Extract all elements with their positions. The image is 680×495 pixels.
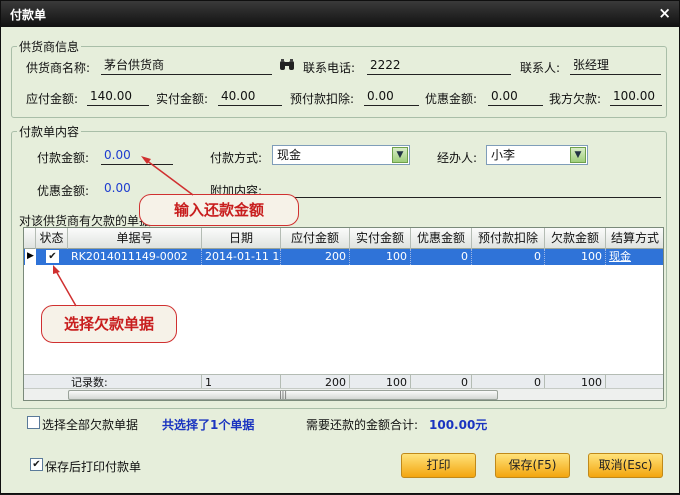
actual-paid-label: 实付金额: bbox=[156, 92, 209, 106]
payment-method-select[interactable]: 现金 ▼ bbox=[272, 145, 410, 165]
owed-field: 100.00 bbox=[610, 88, 662, 106]
payment-amount-label: 付款金额: bbox=[37, 151, 90, 165]
title-bar: 付款单 × bbox=[1, 1, 679, 27]
prepaid-field: 0.00 bbox=[364, 88, 419, 106]
actual-paid-field: 40.00 bbox=[218, 88, 282, 106]
total-label: 需要还款的金额合计: bbox=[306, 418, 419, 432]
phone-label: 联系电话: bbox=[303, 61, 356, 75]
row-pointer-icon: ▶ bbox=[25, 249, 36, 265]
table-row[interactable]: ▶ ✔ RK2014011149-0002 2014-01-11 12 200 … bbox=[24, 249, 663, 265]
col-discount[interactable]: 优惠金额 bbox=[411, 228, 472, 249]
select-all-checkbox[interactable] bbox=[27, 416, 40, 429]
cell-owed: 100 bbox=[545, 249, 606, 265]
discount-label: 优惠金额: bbox=[425, 92, 478, 106]
handler-value: 小李 bbox=[491, 148, 516, 162]
cell-method: 现金 bbox=[609, 250, 631, 263]
callout-select-doc: 选择欠款单据 bbox=[41, 305, 177, 343]
callout-input-amount: 输入还款金额 bbox=[139, 194, 299, 226]
horizontal-scrollbar[interactable]: ||| bbox=[24, 388, 663, 400]
payable-label: 应付金额: bbox=[26, 92, 79, 106]
payment-method-label: 付款方式: bbox=[210, 151, 263, 165]
payment-window: 付款单 × 供货商信息 供货商名称: 茅台供货商 联系电话: 2222 联系人:… bbox=[0, 0, 680, 494]
col-date[interactable]: 日期 bbox=[202, 228, 281, 249]
print-after-save-label[interactable]: 保存后打印付款单 bbox=[45, 458, 141, 475]
selected-count-text: 共选择了1个单据 bbox=[162, 418, 255, 432]
supplier-name-label: 供货商名称: bbox=[26, 61, 91, 75]
col-payable[interactable]: 应付金额 bbox=[281, 228, 350, 249]
grid-footer: 记录数: 1 200 100 0 0 100 bbox=[24, 374, 663, 391]
payment-group-title: 付款单内容 bbox=[17, 123, 82, 140]
print-after-save-checkbox[interactable]: ✔ bbox=[30, 458, 43, 471]
col-status[interactable]: 状态 bbox=[36, 228, 68, 249]
row-checkbox[interactable]: ✔ bbox=[46, 250, 59, 263]
grid-header: 状态 单据号 日期 应付金额 实付金额 优惠金额 预付款扣除 欠款金额 结算方式 bbox=[24, 228, 663, 249]
payment-amount-input[interactable]: 0.00 bbox=[101, 147, 173, 165]
owed-label: 我方欠款: bbox=[549, 92, 602, 106]
col-paid[interactable]: 实付金额 bbox=[350, 228, 411, 249]
handler-label: 经办人: bbox=[437, 151, 478, 165]
phone-field[interactable]: 2222 bbox=[367, 57, 511, 75]
prepaid-label: 预付款扣除: bbox=[290, 92, 355, 106]
scrollbar-thumb[interactable]: ||| bbox=[68, 390, 498, 400]
total-value: 100.00元 bbox=[429, 418, 488, 432]
payment-discount-label: 优惠金额: bbox=[37, 184, 90, 198]
contact-field[interactable]: 张经理 bbox=[570, 57, 661, 75]
extra-content-input[interactable] bbox=[271, 180, 661, 198]
cell-doc-no: RK2014011149-0002 bbox=[68, 249, 202, 265]
cell-prepaid: 0 bbox=[472, 249, 545, 265]
save-button[interactable]: 保存(F5) bbox=[495, 453, 570, 478]
close-icon[interactable]: × bbox=[658, 4, 671, 22]
chevron-down-icon[interactable]: ▼ bbox=[392, 147, 408, 163]
discount-field: 0.00 bbox=[488, 88, 543, 106]
cell-payable: 200 bbox=[281, 249, 350, 265]
col-indicator bbox=[24, 228, 36, 249]
payable-field: 140.00 bbox=[87, 88, 149, 106]
supplier-name-field[interactable]: 茅台供货商 bbox=[101, 57, 272, 75]
supplier-group-title: 供货商信息 bbox=[17, 38, 82, 55]
col-prepaid[interactable]: 预付款扣除 bbox=[472, 228, 545, 249]
contact-label: 联系人: bbox=[520, 61, 561, 75]
col-owed[interactable]: 欠款金额 bbox=[545, 228, 606, 249]
window-title: 付款单 bbox=[10, 8, 47, 22]
cell-paid: 100 bbox=[350, 249, 411, 265]
cell-date: 2014-01-11 12 bbox=[202, 249, 281, 265]
payment-method-value: 现金 bbox=[277, 148, 302, 162]
col-doc-no[interactable]: 单据号 bbox=[68, 228, 202, 249]
chevron-down-icon[interactable]: ▼ bbox=[570, 147, 586, 163]
col-method[interactable]: 结算方式 bbox=[606, 228, 664, 249]
cancel-button[interactable]: 取消(Esc) bbox=[588, 453, 663, 478]
select-all-label[interactable]: 选择全部欠款单据 bbox=[42, 416, 138, 433]
binoculars-icon[interactable] bbox=[279, 58, 295, 76]
handler-select[interactable]: 小李 ▼ bbox=[486, 145, 588, 165]
print-button[interactable]: 打印 bbox=[401, 453, 476, 478]
cell-discount: 0 bbox=[411, 249, 472, 265]
